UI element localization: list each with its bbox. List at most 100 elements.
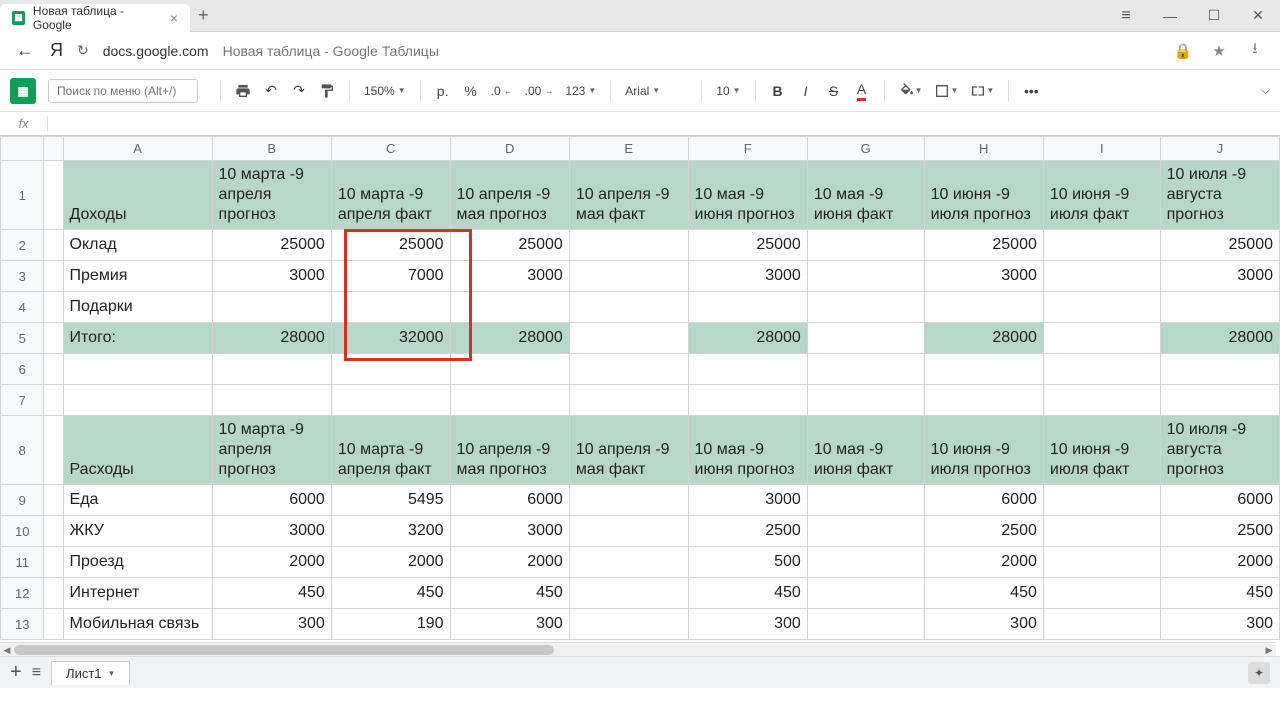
cell[interactable]: 2500 bbox=[688, 516, 807, 547]
row-header[interactable]: 8 bbox=[1, 416, 44, 485]
cell[interactable]: 300 bbox=[212, 609, 331, 640]
cell[interactable]: 10 апреля -9 мая прогноз bbox=[450, 416, 569, 485]
col-header[interactable]: H bbox=[924, 137, 1043, 161]
cell[interactable]: 25000 bbox=[924, 230, 1043, 261]
minimize-icon[interactable]: — bbox=[1148, 0, 1192, 32]
cell[interactable]: 25000 bbox=[688, 230, 807, 261]
cell[interactable]: 3000 bbox=[450, 516, 569, 547]
cell[interactable]: 10 июня -9 июля прогноз bbox=[924, 416, 1043, 485]
yandex-logo-icon[interactable]: Я bbox=[50, 40, 63, 61]
cell[interactable] bbox=[1043, 323, 1160, 354]
cell[interactable] bbox=[569, 323, 688, 354]
select-all-corner[interactable] bbox=[1, 137, 44, 161]
decrease-decimal-button[interactable]: .0← bbox=[487, 84, 517, 98]
cell[interactable] bbox=[807, 323, 924, 354]
cell[interactable]: 7000 bbox=[331, 261, 450, 292]
print-icon[interactable] bbox=[231, 79, 255, 103]
scrollbar-thumb[interactable] bbox=[14, 645, 554, 655]
cell[interactable]: 3000 bbox=[212, 261, 331, 292]
add-sheet-button[interactable]: + bbox=[10, 661, 22, 684]
close-window-icon[interactable]: ✕ bbox=[1236, 0, 1280, 32]
fill-color-button[interactable]: ▼ bbox=[895, 79, 927, 103]
spreadsheet-grid[interactable]: A B C D E F G H I J 1 Доходы 10 марта -9… bbox=[0, 136, 1280, 640]
cell[interactable]: 10 марта -9 апреля прогноз bbox=[212, 161, 331, 230]
cell[interactable]: 450 bbox=[331, 578, 450, 609]
cell[interactable]: 28000 bbox=[688, 323, 807, 354]
cell[interactable]: ЖКУ bbox=[63, 516, 212, 547]
row-header[interactable]: 7 bbox=[1, 385, 44, 416]
cell[interactable]: Итого: bbox=[63, 323, 212, 354]
italic-button[interactable]: I bbox=[794, 79, 818, 103]
cell[interactable]: 2000 bbox=[924, 547, 1043, 578]
row-header[interactable]: 13 bbox=[1, 609, 44, 640]
scroll-right-icon[interactable]: ▶ bbox=[1262, 643, 1276, 657]
back-icon[interactable]: ← bbox=[14, 40, 36, 61]
col-header[interactable]: C bbox=[331, 137, 450, 161]
cell[interactable]: Доходы bbox=[63, 161, 212, 230]
cell[interactable]: 2500 bbox=[1160, 516, 1279, 547]
row-header[interactable]: 9 bbox=[1, 485, 44, 516]
col-header[interactable]: D bbox=[450, 137, 569, 161]
cell[interactable]: 10 марта -9 апреля факт bbox=[331, 161, 450, 230]
cell[interactable]: 10 июня -9 июля прогноз bbox=[924, 161, 1043, 230]
cell[interactable]: Расходы bbox=[63, 416, 212, 485]
cell[interactable]: 25000 bbox=[450, 230, 569, 261]
cell[interactable]: 300 bbox=[688, 609, 807, 640]
cell[interactable]: 2000 bbox=[331, 547, 450, 578]
percent-button[interactable]: % bbox=[459, 79, 483, 103]
collapse-toolbar-icon[interactable]: ⌵ bbox=[1261, 83, 1270, 98]
cell[interactable]: Интернет bbox=[63, 578, 212, 609]
font-select[interactable]: Arial▼ bbox=[621, 84, 691, 98]
col-header[interactable]: E bbox=[569, 137, 688, 161]
horizontal-scrollbar[interactable]: ◀ ▶ bbox=[0, 642, 1276, 656]
cell[interactable]: 10 апреля -9 мая факт bbox=[569, 161, 688, 230]
cell[interactable]: 3000 bbox=[924, 261, 1043, 292]
cell[interactable]: 3200 bbox=[331, 516, 450, 547]
cell[interactable]: 10 июля -9 августа прогноз bbox=[1160, 161, 1279, 230]
cell[interactable]: 32000 bbox=[331, 323, 450, 354]
row-header[interactable]: 4 bbox=[1, 292, 44, 323]
text-color-button[interactable]: A bbox=[850, 79, 874, 103]
zoom-select[interactable]: 150%▼ bbox=[360, 84, 410, 98]
cell[interactable]: 10 марта -9 апреля прогноз bbox=[212, 416, 331, 485]
cell[interactable]: 3000 bbox=[212, 516, 331, 547]
row-header[interactable]: 1 bbox=[1, 161, 44, 230]
cell[interactable]: 450 bbox=[450, 578, 569, 609]
cell[interactable]: 3000 bbox=[1160, 261, 1279, 292]
more-tools-button[interactable]: ••• bbox=[1019, 79, 1043, 103]
close-tab-icon[interactable]: × bbox=[170, 10, 178, 26]
sheet-tab-menu-icon[interactable]: ▼ bbox=[108, 669, 116, 678]
cell[interactable]: 300 bbox=[924, 609, 1043, 640]
row-header[interactable]: 2 bbox=[1, 230, 44, 261]
browser-tab[interactable]: ▦ Новая таблица - Google × bbox=[0, 4, 190, 32]
url-host[interactable]: docs.google.com bbox=[103, 43, 209, 59]
star-icon[interactable]: ★ bbox=[1208, 42, 1230, 60]
browser-menu-icon[interactable]: ≡ bbox=[1104, 0, 1148, 32]
cell[interactable] bbox=[1043, 230, 1160, 261]
cell[interactable]: 450 bbox=[1160, 578, 1279, 609]
cell[interactable]: 10 июня -9 июля факт bbox=[1043, 416, 1160, 485]
cell[interactable]: Подарки bbox=[63, 292, 212, 323]
cell[interactable]: 28000 bbox=[924, 323, 1043, 354]
row-header[interactable]: 3 bbox=[1, 261, 44, 292]
explore-button[interactable]: ✦ bbox=[1248, 662, 1270, 684]
cell[interactable]: Премия bbox=[63, 261, 212, 292]
row-header[interactable]: 10 bbox=[1, 516, 44, 547]
col-header[interactable]: G bbox=[807, 137, 924, 161]
cell[interactable]: 300 bbox=[1160, 609, 1279, 640]
cell[interactable]: 300 bbox=[450, 609, 569, 640]
sheets-logo-icon[interactable]: ▦ bbox=[10, 78, 36, 104]
cell[interactable]: 2000 bbox=[212, 547, 331, 578]
currency-button[interactable]: р. bbox=[431, 79, 455, 103]
cell[interactable]: 10 июня -9 июля факт bbox=[1043, 161, 1160, 230]
row-header[interactable]: 12 bbox=[1, 578, 44, 609]
cell[interactable]: 6000 bbox=[212, 485, 331, 516]
cell[interactable]: 190 bbox=[331, 609, 450, 640]
cell[interactable]: 2000 bbox=[1160, 547, 1279, 578]
cell[interactable]: 3000 bbox=[450, 261, 569, 292]
cell[interactable]: Проезд bbox=[63, 547, 212, 578]
merge-button[interactable]: ▼ bbox=[966, 79, 998, 103]
font-size-select[interactable]: 10▼ bbox=[712, 84, 744, 98]
borders-button[interactable]: ▼ bbox=[930, 79, 962, 103]
cell[interactable]: 5495 bbox=[331, 485, 450, 516]
